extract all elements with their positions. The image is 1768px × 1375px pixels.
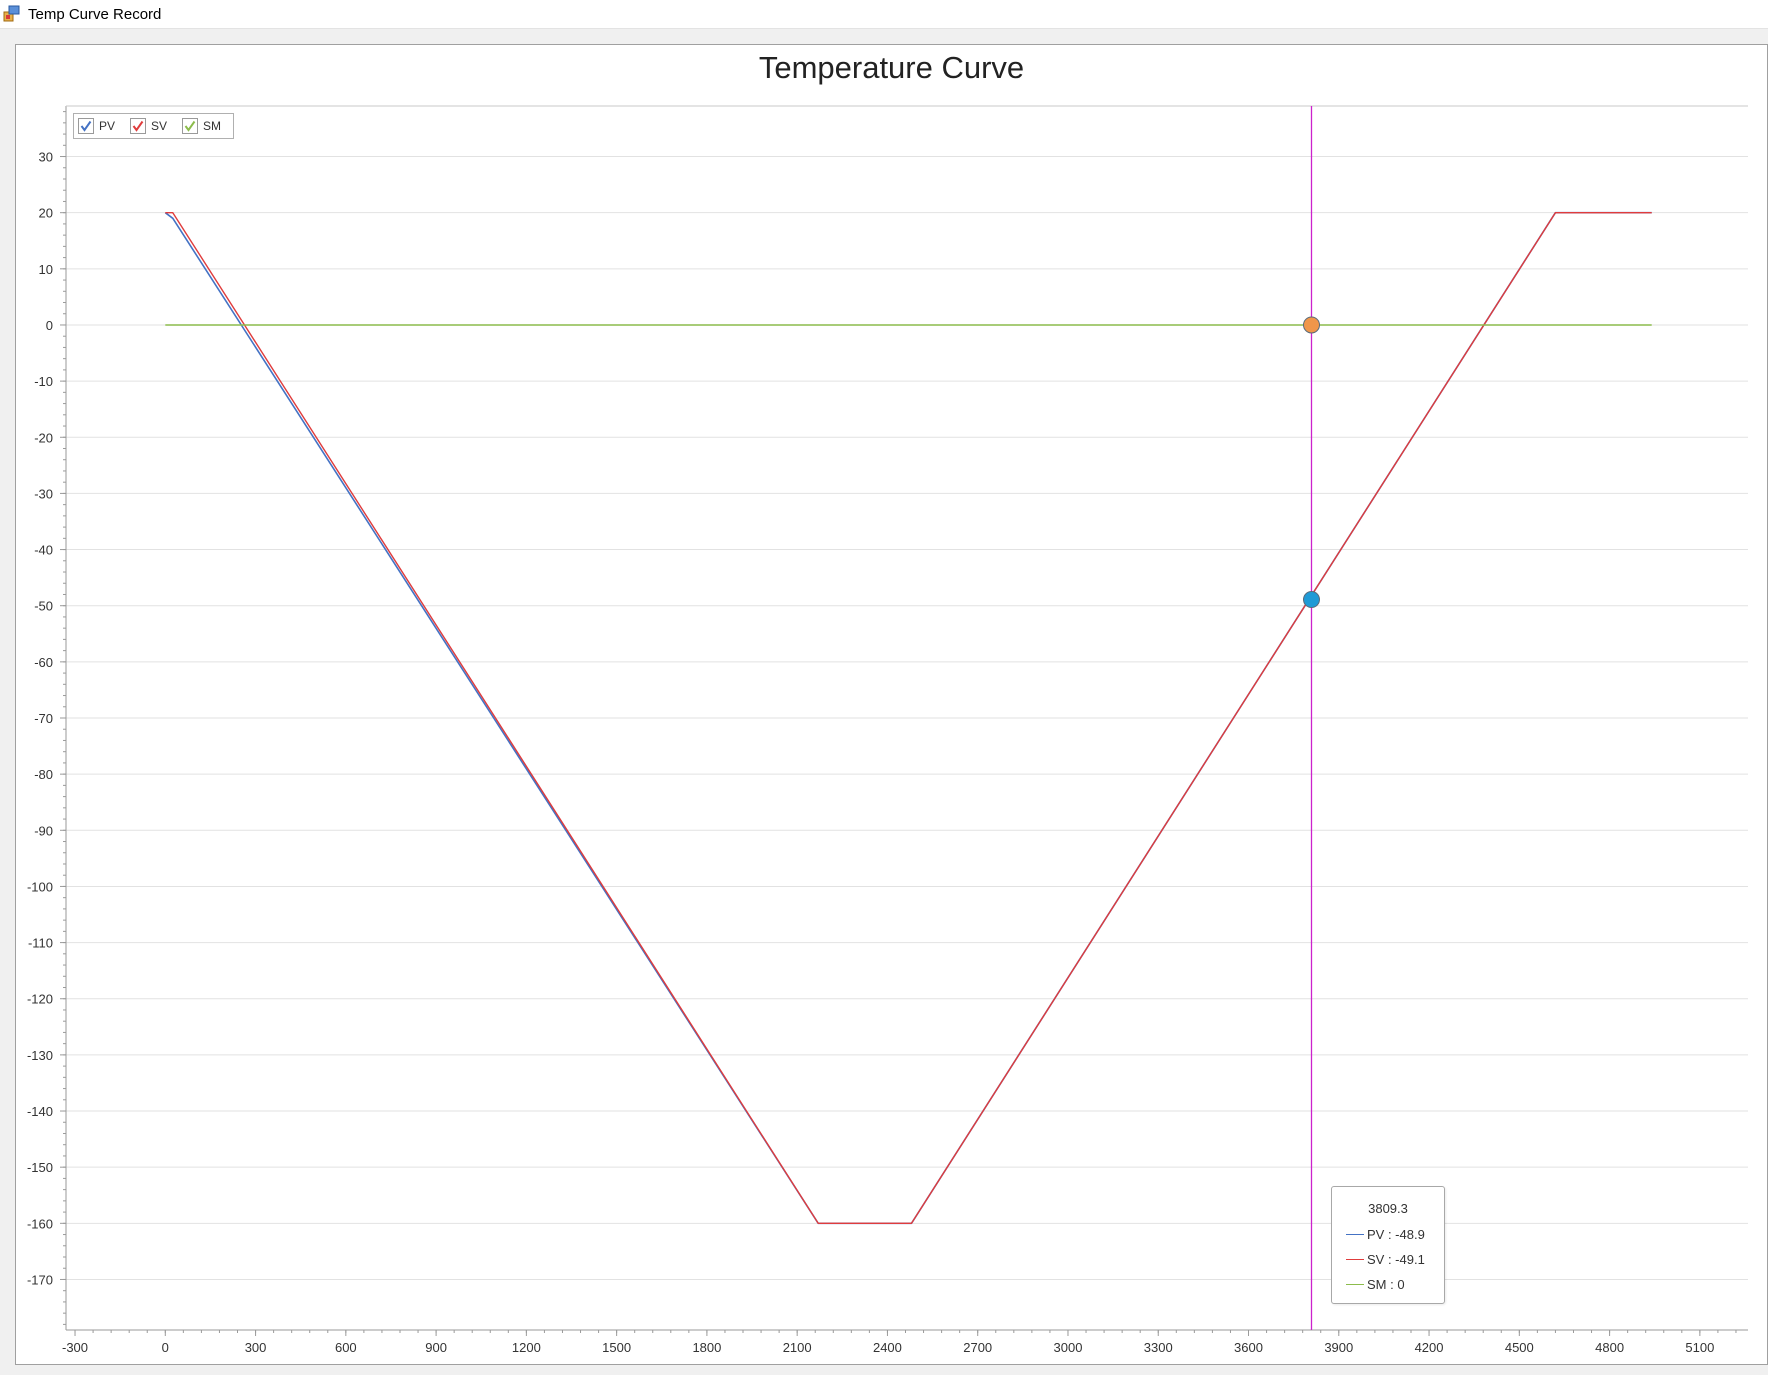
y-tick-label: -80 (34, 767, 53, 782)
x-tick-label: 2400 (873, 1340, 902, 1355)
x-tick-label: 0 (162, 1340, 169, 1355)
y-tick-label: -90 (34, 823, 53, 838)
x-tick-label: 900 (425, 1340, 447, 1355)
y-tick-label: -30 (34, 486, 53, 501)
x-tick-label: 3000 (1054, 1340, 1083, 1355)
legend-item-sv[interactable]: SV (130, 117, 174, 137)
y-tick-label: -60 (34, 655, 53, 670)
y-tick-label: -40 (34, 543, 53, 558)
crosshair-tooltip: 3809.3 PV : -48.9 SV : -49.1 SM : 0 (1331, 1186, 1445, 1304)
sm-checkbox[interactable] (182, 118, 198, 134)
y-tick-label: 10 (39, 262, 53, 277)
marker-pv (1302, 591, 1320, 609)
x-tick-label: 4500 (1505, 1340, 1534, 1355)
check-icon (132, 120, 144, 132)
tooltip-sv-text: SV : -49.1 (1367, 1252, 1425, 1267)
x-tick-label: 2700 (963, 1340, 992, 1355)
marker-sm (1302, 316, 1320, 334)
y-tick-label: -100 (27, 879, 53, 894)
y-tick-label: -150 (27, 1160, 53, 1175)
y-tick-label: 30 (39, 150, 53, 165)
y-tick-label: -70 (34, 711, 53, 726)
x-tick-label: 5100 (1685, 1340, 1714, 1355)
x-tick-label: -300 (62, 1340, 88, 1355)
y-tick-label: -130 (27, 1048, 53, 1063)
x-tick-label: 1200 (512, 1340, 541, 1355)
x-tick-label: 1800 (692, 1340, 721, 1355)
x-tick-label: 4800 (1595, 1340, 1624, 1355)
x-tick-label: 3900 (1324, 1340, 1353, 1355)
y-tick-label: -50 (34, 599, 53, 614)
y-tick-label: -10 (34, 374, 53, 389)
legend-label-pv: PV (99, 119, 116, 133)
tooltip-pv-text: PV : -48.9 (1367, 1227, 1425, 1242)
x-tick-label: 2100 (783, 1340, 812, 1355)
x-tick-label: 4200 (1415, 1340, 1444, 1355)
y-tick-label: -140 (27, 1104, 53, 1119)
tooltip-x-value: 3809.3 (1368, 1201, 1408, 1216)
tooltip-row-sv: SV : -49.1 (1346, 1252, 1442, 1270)
check-icon (184, 120, 196, 132)
series-legend: PV SV SM (73, 113, 234, 139)
y-tick-label: -110 (28, 936, 53, 951)
tooltip-row-pv: PV : -48.9 (1346, 1227, 1442, 1245)
legend-label-sv: SV (151, 119, 168, 133)
pv-line-swatch (1346, 1234, 1364, 1236)
y-tick-label: 20 (39, 206, 53, 221)
y-tick-label: -20 (34, 430, 53, 445)
pv-checkbox[interactable] (78, 118, 94, 134)
y-tick-label: 0 (46, 318, 53, 333)
check-icon (80, 120, 92, 132)
temperature-chart[interactable]: 30 20 10 0 -10 -20 -30 -40 -50 -60 -70 -80 -90 -100 -1… (0, 0, 1768, 1375)
legend-label-sm: SM (203, 119, 221, 133)
y-tick-label: -120 (27, 992, 53, 1007)
x-tick-label: 600 (335, 1340, 357, 1355)
x-tick-label: 3600 (1234, 1340, 1263, 1355)
tooltip-sm-text: SM : 0 (1367, 1277, 1405, 1292)
sv-line-swatch (1346, 1259, 1364, 1261)
tooltip-row-sm: SM : 0 (1346, 1277, 1442, 1295)
legend-item-sm[interactable]: SM (182, 117, 230, 137)
sm-line-swatch (1346, 1284, 1364, 1286)
x-tick-label: 300 (245, 1340, 267, 1355)
x-tick-label: 3300 (1144, 1340, 1173, 1355)
x-tick-label: 1500 (602, 1340, 631, 1355)
legend-item-pv[interactable]: PV (78, 117, 122, 137)
y-tick-label: -160 (27, 1216, 53, 1231)
y-tick-label: -170 (27, 1272, 53, 1287)
sv-checkbox[interactable] (130, 118, 146, 134)
